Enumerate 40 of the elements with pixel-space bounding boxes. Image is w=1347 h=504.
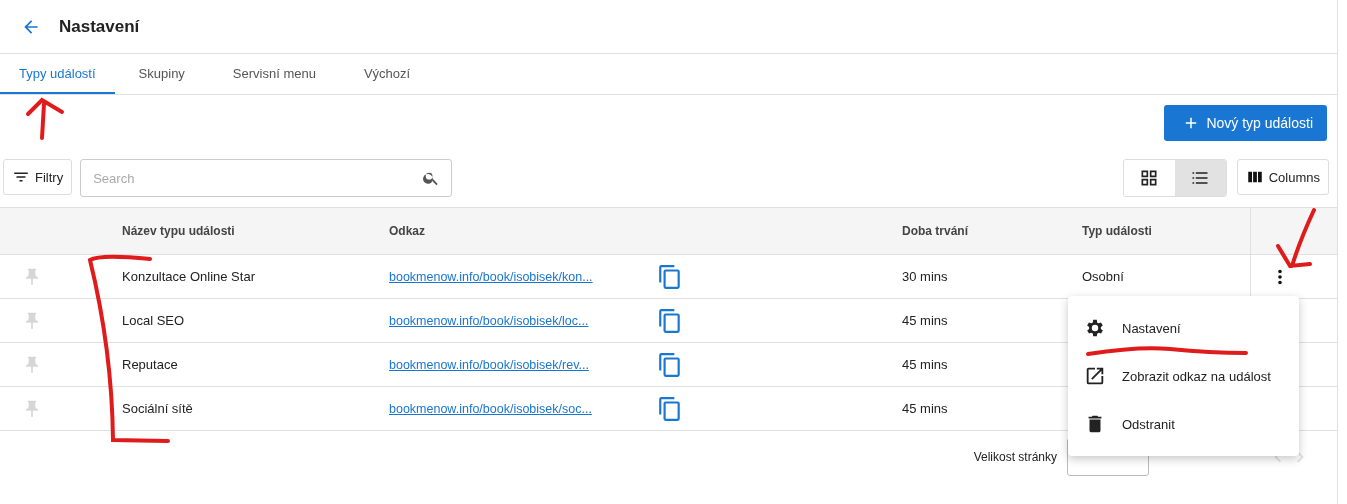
annotation-arrow bbox=[26, 97, 64, 140]
copy-icon[interactable] bbox=[657, 263, 683, 290]
page-size-label: Velikost stránky bbox=[973, 450, 1057, 464]
event-link[interactable]: bookmenow.info/book/isobisek/loc... bbox=[389, 313, 657, 328]
tab[interactable]: Typy událostí bbox=[0, 54, 115, 94]
annotation-arrow bbox=[1276, 208, 1316, 268]
menu-item[interactable]: Nastavení bbox=[1068, 304, 1299, 352]
search-field[interactable]: Search bbox=[80, 159, 453, 197]
list-view-button[interactable] bbox=[1174, 160, 1226, 196]
page-title: Nastavení bbox=[59, 16, 140, 37]
tab[interactable]: Servisní menu bbox=[208, 54, 340, 94]
menu-item[interactable]: Zobrazit odkaz na událost bbox=[1068, 352, 1299, 400]
external-link-icon bbox=[1084, 365, 1106, 387]
event-link[interactable]: bookmenow.info/book/isobisek/rev... bbox=[389, 357, 657, 372]
copy-icon[interactable] bbox=[657, 395, 683, 422]
event-name: Reputace bbox=[122, 357, 179, 372]
column-header: Typ události bbox=[1082, 224, 1153, 238]
duration: 45 mins bbox=[902, 357, 949, 372]
new-event-type-button[interactable]: Nový typ události bbox=[1164, 105, 1327, 141]
event-name: Local SEO bbox=[122, 313, 186, 328]
event-link[interactable]: bookmenow.info/book/isobisek/soc... bbox=[389, 401, 657, 416]
menu-item[interactable]: Odstranit bbox=[1068, 400, 1299, 448]
event-link[interactable]: bookmenow.info/book/isobisek/kon... bbox=[389, 269, 657, 284]
duration: 45 mins bbox=[902, 313, 949, 328]
event-type: Osobní bbox=[1082, 269, 1125, 284]
filter-button[interactable]: Filtry bbox=[3, 159, 73, 195]
duration: 30 mins bbox=[902, 269, 949, 284]
column-header: Název typu události bbox=[122, 224, 236, 238]
column-header: Doba trvání bbox=[902, 224, 969, 238]
grid-icon bbox=[1139, 168, 1160, 188]
copy-icon[interactable] bbox=[657, 307, 683, 334]
copy-icon[interactable] bbox=[657, 351, 683, 378]
event-name: Konzultace Online Star bbox=[122, 269, 256, 284]
gear-icon bbox=[1084, 317, 1106, 339]
duration: 45 mins bbox=[902, 401, 949, 416]
tab[interactable]: Výchozí bbox=[339, 54, 435, 94]
column-header: Odkaz bbox=[389, 224, 426, 238]
columns-button[interactable]: Columns bbox=[1236, 159, 1329, 195]
event-name: Sociální sítě bbox=[122, 401, 194, 416]
tab[interactable]: Skupiny bbox=[114, 54, 209, 94]
